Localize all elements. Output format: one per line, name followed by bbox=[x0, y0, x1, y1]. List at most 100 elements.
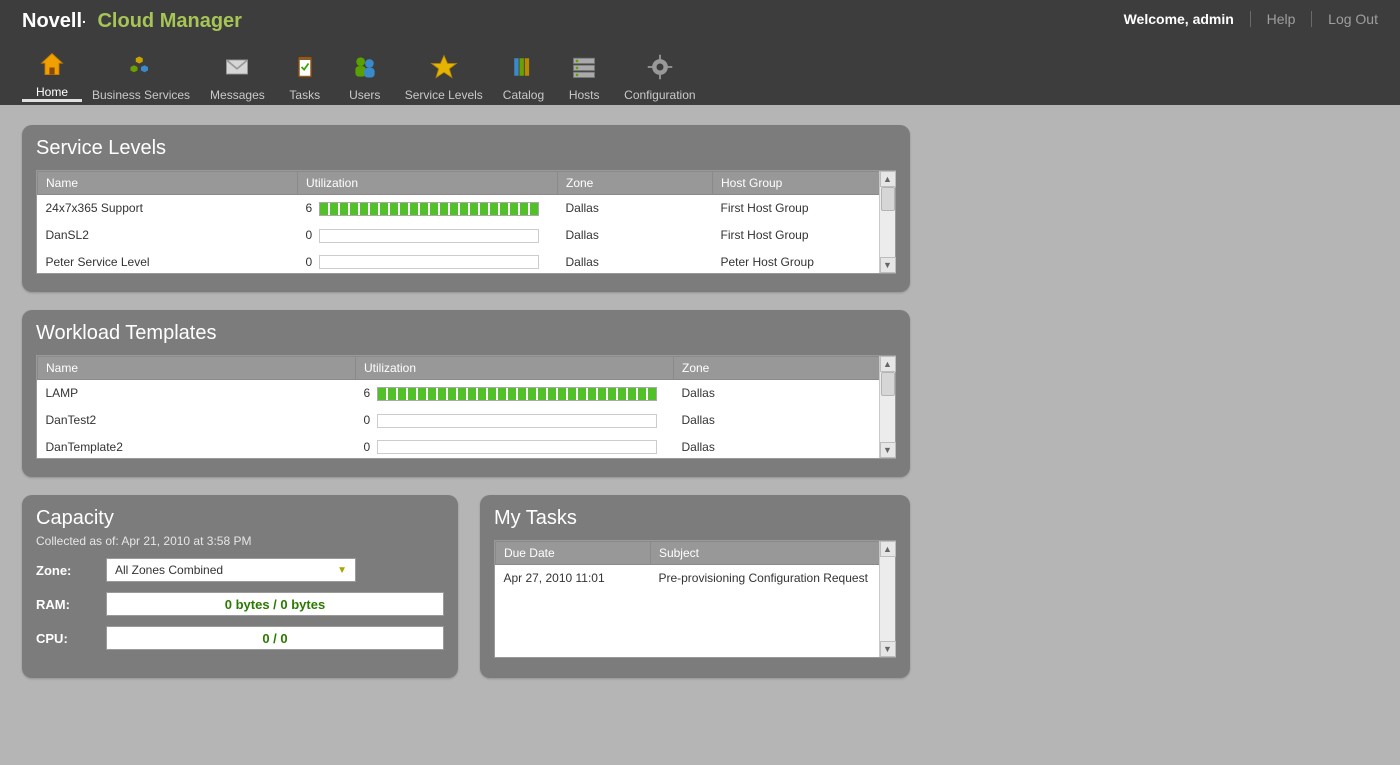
table-row[interactable]: Peter Service Level 0 Dallas Peter Host … bbox=[38, 249, 895, 276]
cell-name: LAMP bbox=[38, 380, 356, 407]
scroll-up-button[interactable]: ▲ bbox=[880, 541, 896, 557]
main-nav: Home Business Services Messages Tasks Us… bbox=[22, 42, 706, 102]
nav-home[interactable]: Home bbox=[22, 42, 82, 102]
logout-link[interactable]: Log Out bbox=[1328, 11, 1378, 27]
col-utilization[interactable]: Utilization bbox=[356, 357, 674, 380]
zone-select[interactable]: All Zones Combined ▼ bbox=[106, 558, 356, 582]
zone-row: Zone: All Zones Combined ▼ bbox=[36, 558, 444, 582]
col-name[interactable]: Name bbox=[38, 357, 356, 380]
nav-label: Business Services bbox=[92, 88, 190, 102]
cell-zone: Dallas bbox=[674, 434, 895, 461]
util-bar bbox=[319, 255, 539, 269]
scrollbar[interactable]: ▲ ▼ bbox=[879, 356, 895, 458]
books-icon bbox=[509, 52, 537, 82]
util-value: 0 bbox=[306, 228, 313, 242]
scrollbar[interactable]: ▲ ▼ bbox=[879, 541, 895, 657]
nav-business-services[interactable]: Business Services bbox=[82, 42, 200, 102]
capacity-panel: Capacity Collected as of: Apr 21, 2010 a… bbox=[22, 495, 458, 678]
cell-due-date: Apr 27, 2010 11:01 bbox=[495, 565, 650, 592]
brand-novell: Novell bbox=[22, 10, 82, 32]
scroll-thumb[interactable] bbox=[881, 372, 895, 396]
cell-utilization: 0 bbox=[356, 434, 674, 461]
brand-cloud-manager: Cloud Manager bbox=[97, 10, 241, 32]
col-host-group[interactable]: Host Group bbox=[713, 172, 895, 195]
table-row[interactable]: DanTest2 0 Dallas bbox=[38, 407, 895, 434]
scroll-thumb[interactable] bbox=[881, 187, 895, 211]
brand-dot: . bbox=[82, 10, 86, 26]
workload-templates-table-wrap: Name Utilization Zone LAMP 6 Dallas DanT… bbox=[36, 355, 896, 459]
util-value: 6 bbox=[306, 201, 313, 215]
util-value: 0 bbox=[306, 255, 313, 269]
ram-label: RAM: bbox=[36, 597, 106, 612]
cell-name: DanTemplate2 bbox=[38, 434, 356, 461]
cpu-value: 0 / 0 bbox=[106, 626, 444, 650]
scroll-up-button[interactable]: ▲ bbox=[880, 356, 896, 372]
panel-title: Service Levels bbox=[36, 137, 896, 160]
cell-name: DanSL2 bbox=[38, 222, 298, 249]
scroll-down-button[interactable]: ▼ bbox=[880, 641, 896, 657]
nav-tasks[interactable]: Tasks bbox=[275, 42, 335, 102]
star-icon bbox=[430, 52, 458, 82]
my-tasks-table-wrap: Due Date Subject Apr 27, 2010 11:01 Pre-… bbox=[494, 540, 896, 658]
util-value: 0 bbox=[364, 413, 371, 427]
scroll-up-button[interactable]: ▲ bbox=[880, 171, 896, 187]
cell-zone: Dallas bbox=[674, 380, 895, 407]
app-header: Novell. Cloud Manager Welcome, admin Hel… bbox=[0, 0, 1400, 105]
cell-utilization: 0 bbox=[298, 249, 558, 276]
bottom-row: Capacity Collected as of: Apr 21, 2010 a… bbox=[22, 495, 910, 678]
nav-label: Messages bbox=[210, 88, 265, 102]
col-utilization[interactable]: Utilization bbox=[298, 172, 558, 195]
col-due-date[interactable]: Due Date bbox=[495, 542, 650, 565]
nav-label: Users bbox=[349, 88, 380, 102]
welcome-text: Welcome, admin bbox=[1124, 11, 1234, 27]
nav-messages[interactable]: Messages bbox=[200, 42, 275, 102]
panel-title: Capacity bbox=[36, 507, 444, 530]
col-subject[interactable]: Subject bbox=[650, 542, 894, 565]
my-tasks-table: Due Date Subject Apr 27, 2010 11:01 Pre-… bbox=[495, 541, 895, 591]
scroll-down-button[interactable]: ▼ bbox=[880, 442, 896, 458]
cpu-label: CPU: bbox=[36, 631, 106, 646]
help-link[interactable]: Help bbox=[1267, 11, 1296, 27]
util-value: 6 bbox=[364, 386, 371, 400]
zone-label: Zone: bbox=[36, 563, 106, 578]
cell-name: Peter Service Level bbox=[38, 249, 298, 276]
table-row[interactable]: DanSL2 0 Dallas First Host Group bbox=[38, 222, 895, 249]
table-row[interactable]: Apr 27, 2010 11:01 Pre-provisioning Conf… bbox=[495, 565, 894, 592]
divider bbox=[1311, 11, 1312, 27]
top-right-bar: Welcome, admin Help Log Out bbox=[1124, 10, 1378, 27]
scroll-down-button[interactable]: ▼ bbox=[880, 257, 896, 273]
util-value: 0 bbox=[364, 440, 371, 454]
table-row[interactable]: DanTemplate2 0 Dallas bbox=[38, 434, 895, 461]
util-bar bbox=[377, 387, 657, 401]
service-levels-table-wrap: Name Utilization Zone Host Group 24x7x36… bbox=[36, 170, 896, 274]
nav-users[interactable]: Users bbox=[335, 42, 395, 102]
util-bar bbox=[377, 440, 657, 454]
nav-label: Home bbox=[36, 85, 68, 99]
nav-label: Tasks bbox=[289, 88, 320, 102]
table-header-row: Name Utilization Zone bbox=[38, 357, 895, 380]
col-zone[interactable]: Zone bbox=[674, 357, 895, 380]
col-zone[interactable]: Zone bbox=[558, 172, 713, 195]
my-tasks-panel: My Tasks Due Date Subject Apr 27, 2010 1… bbox=[480, 495, 910, 678]
col-name[interactable]: Name bbox=[38, 172, 298, 195]
cell-zone: Dallas bbox=[558, 249, 713, 276]
cell-hostgroup: First Host Group bbox=[713, 195, 895, 222]
service-levels-panel: Service Levels Name Utilization Zone Hos… bbox=[22, 125, 910, 292]
zone-select-value: All Zones Combined bbox=[115, 563, 223, 577]
nav-label: Catalog bbox=[503, 88, 544, 102]
nav-label: Configuration bbox=[624, 88, 695, 102]
table-row[interactable]: LAMP 6 Dallas bbox=[38, 380, 895, 407]
cell-zone: Dallas bbox=[674, 407, 895, 434]
nav-configuration[interactable]: Configuration bbox=[614, 42, 705, 102]
cell-utilization: 0 bbox=[298, 222, 558, 249]
table-row[interactable]: 24x7x365 Support 6 Dallas First Host Gro… bbox=[38, 195, 895, 222]
scrollbar[interactable]: ▲ ▼ bbox=[879, 171, 895, 273]
cell-hostgroup: First Host Group bbox=[713, 222, 895, 249]
nav-service-levels[interactable]: Service Levels bbox=[395, 42, 493, 102]
nav-label: Service Levels bbox=[405, 88, 483, 102]
nav-hosts[interactable]: Hosts bbox=[554, 42, 614, 102]
home-icon bbox=[38, 49, 66, 79]
cell-utilization: 6 bbox=[298, 195, 558, 222]
nav-catalog[interactable]: Catalog bbox=[493, 42, 554, 102]
util-bar bbox=[319, 202, 539, 216]
